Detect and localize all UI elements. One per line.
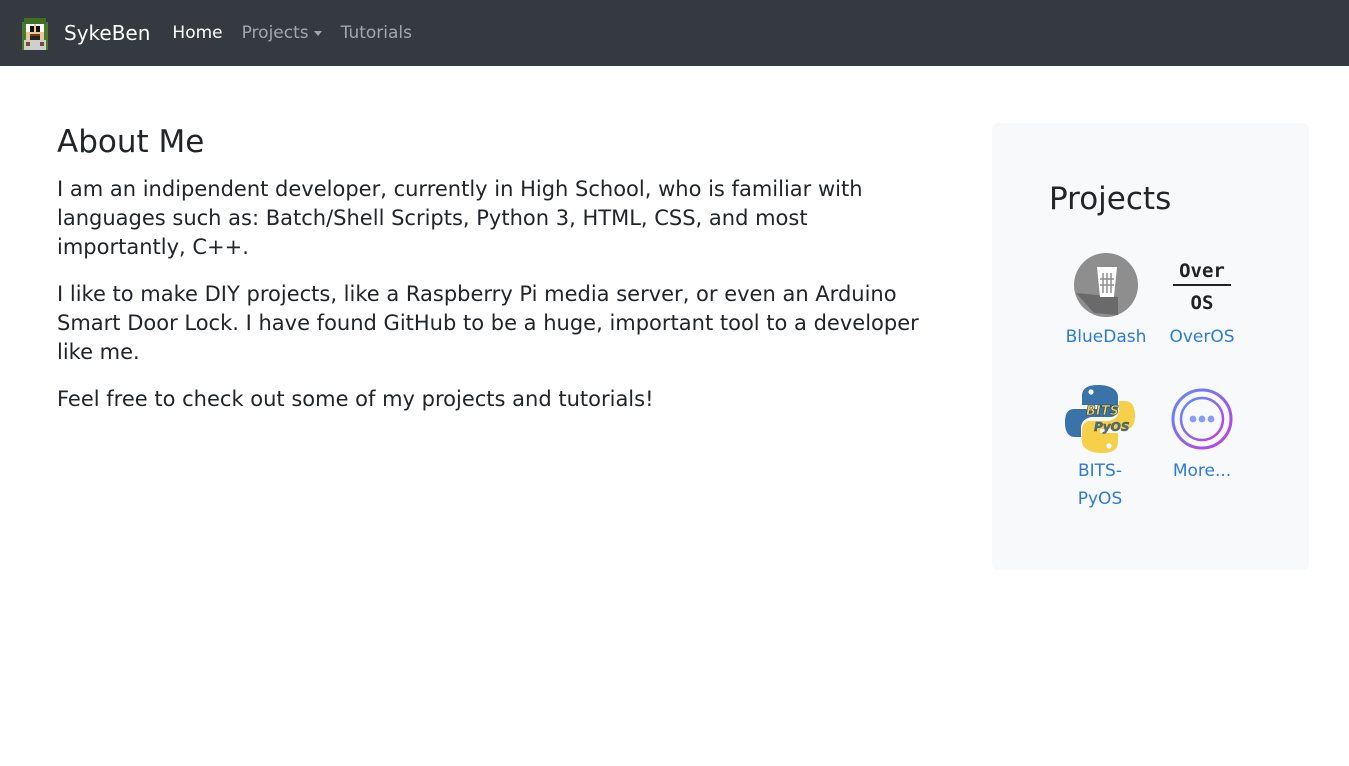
project-label-bluedash: BlueDash [1065, 327, 1147, 347]
project-link-bluedash[interactable]: BlueDash [1065, 253, 1147, 351]
project-link-overos[interactable]: Over OS OverOS [1166, 253, 1238, 351]
svg-text:PyOS: PyOS [1094, 420, 1129, 434]
about-section: About Me I am an indipendent developer, … [57, 124, 937, 432]
svg-text:Over: Over [1179, 260, 1225, 282]
caret-down-icon [313, 30, 322, 36]
nav-projects-dropdown[interactable]: Projects [242, 23, 322, 43]
about-title: About Me [57, 124, 205, 160]
project-label-bits-pyos: BITS- PyOS [1064, 457, 1136, 513]
project-label-more: More... [1172, 461, 1232, 481]
pixel-avatar-logo-icon [22, 18, 48, 50]
sidebar-title: Projects [1049, 181, 1172, 217]
svg-text:BITS: BITS [1086, 404, 1119, 419]
brand-name: SykeBen [64, 21, 151, 45]
nav-home-link[interactable]: Home [172, 23, 222, 43]
nav-tutorials-label: Tutorials [340, 23, 412, 43]
bits-pyos-logo-icon: BITS PyOS [1065, 385, 1135, 453]
svg-text:OS: OS [1191, 292, 1214, 314]
projects-sidebar: Projects BlueDash Over OS OverOS BITS Py… [992, 123, 1309, 570]
overos-logo-icon: Over OS [1173, 260, 1231, 314]
nav-projects-label: Projects [241, 23, 309, 43]
about-paragraph-2: I like to make DIY projects, like a Rasp… [57, 282, 919, 365]
more-ellipsis-icon [1171, 388, 1233, 450]
project-link-more[interactable]: More... [1166, 387, 1238, 485]
brand-link[interactable]: SykeBen [16, 14, 150, 52]
project-label-overos: OverOS [1169, 327, 1235, 347]
project-label-bits-pyos-line1: BITS- [1078, 461, 1122, 481]
about-paragraph-1: I am an indipendent developer, currently… [57, 177, 863, 260]
project-link-bits-pyos[interactable]: BITS PyOS BITS- PyOS [1064, 383, 1136, 513]
navbar: SykeBen Home Projects Tutorials [0, 0, 1349, 66]
project-label-bits-pyos-line2: PyOS [1077, 489, 1123, 509]
nav-tutorials-link[interactable]: Tutorials [341, 23, 412, 43]
about-paragraph-3: Feel free to check out some of my projec… [57, 387, 654, 412]
nav-home-label: Home [172, 23, 223, 43]
bluedash-logo-icon [1074, 253, 1138, 317]
